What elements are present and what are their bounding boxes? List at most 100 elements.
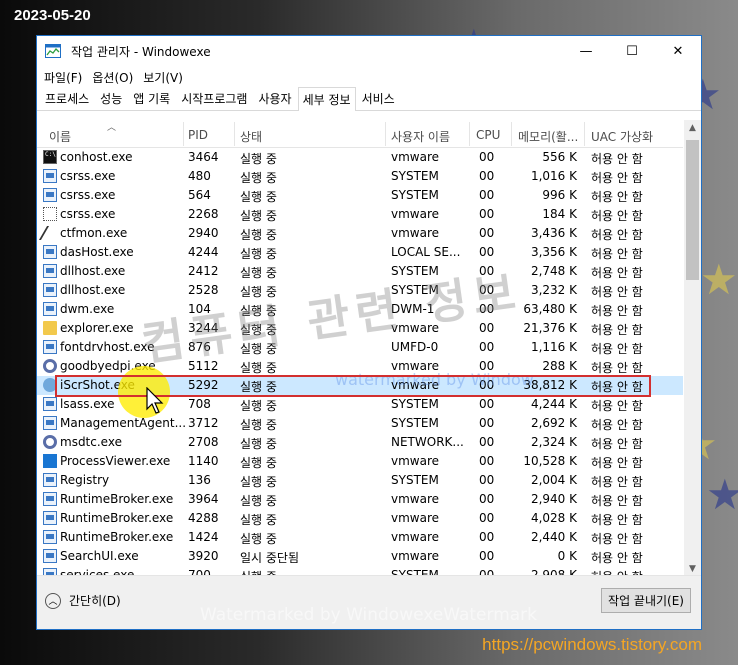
table-row[interactable]: SearchUI.exe 3920 일시 중단됨 vmware 00 0 K 허용 안 함 [37, 547, 683, 566]
process-memory: 63,480 K [523, 302, 577, 316]
tab-processes[interactable]: 프로세스 [40, 86, 94, 110]
table-row[interactable]: msdtc.exe 2708 실행 중 NETWORK... 00 2,324 K 허용 안… [37, 433, 683, 452]
process-memory: 2,324 K [530, 435, 577, 449]
process-pid: 2940 [188, 226, 219, 240]
process-pid: 2268 [188, 207, 219, 221]
app-icon [43, 397, 57, 411]
menu-options[interactable]: 옵션(O) [87, 69, 138, 86]
minimize-button[interactable]: — [563, 36, 609, 66]
task-manager-icon [45, 44, 61, 58]
menu-file[interactable]: 파일(F) [39, 69, 87, 86]
process-pid: 708 [188, 397, 211, 411]
tab-startup[interactable]: 시작프로그램 [176, 86, 252, 110]
vertical-scrollbar[interactable]: ▲ ▼ [684, 120, 701, 578]
process-uac: 허용 안 함 [591, 513, 643, 527]
table-row[interactable]: csrss.exe 480 실행 중 SYSTEM 00 1,016 K 허용 안 함 [37, 167, 683, 186]
process-memory: 184 K [542, 207, 577, 221]
process-pid: 876 [188, 340, 211, 354]
process-uac: 허용 안 함 [591, 228, 643, 242]
menu-view[interactable]: 보기(V) [138, 69, 188, 86]
app-icon [43, 549, 57, 563]
table-row[interactable]: conhost.exe 3464 실행 중 vmware 00 556 K 허용 안 함 [37, 148, 683, 167]
column-divider[interactable] [584, 122, 585, 146]
red-highlight-box [55, 375, 651, 397]
process-user: SYSTEM [391, 264, 439, 278]
table-row[interactable]: csrss.exe 564 실행 중 SYSTEM 00 996 K 허용 안 함 [37, 186, 683, 205]
process-memory: 996 K [542, 188, 577, 202]
table-row[interactable]: dllhost.exe 2528 실행 중 SYSTEM 00 3,232 K 허용 안 함 [37, 281, 683, 300]
column-header-uac[interactable]: UAC 가상화 [591, 128, 653, 145]
process-state: 실행 중 [240, 209, 277, 223]
column-divider[interactable] [234, 122, 235, 146]
table-row[interactable]: explorer.exe 3244 실행 중 vmware 00 21,376 K 허용 안… [37, 319, 683, 338]
column-divider[interactable] [385, 122, 386, 146]
process-name: ProcessViewer.exe [60, 454, 171, 468]
process-pid: 5112 [188, 359, 219, 373]
scroll-up-arrow-icon[interactable]: ▲ [684, 120, 701, 137]
process-state: 실행 중 [240, 399, 277, 413]
process-user: DWM-1 [391, 302, 435, 316]
tab-performance[interactable]: 성능 [95, 86, 127, 110]
tab-services[interactable]: 서비스 [357, 86, 400, 110]
table-row[interactable]: Registry 136 실행 중 SYSTEM 00 2,004 K 허용 안 함 [37, 471, 683, 490]
process-name: csrss.exe [60, 169, 116, 183]
table-row[interactable]: dllhost.exe 2412 실행 중 SYSTEM 00 2,748 K 허용 안 함 [37, 262, 683, 281]
process-cpu: 00 [479, 511, 495, 525]
process-uac: 허용 안 함 [591, 323, 643, 337]
column-header-memory[interactable]: 메모리(활... [518, 128, 578, 145]
process-uac: 허용 안 함 [591, 361, 643, 375]
tab-users[interactable]: 사용자 [253, 86, 296, 110]
table-row[interactable]: RuntimeBroker.exe 4288 실행 중 vmware 00 4,028 K… [37, 509, 683, 528]
table-row[interactable]: fontdrvhost.exe 876 실행 중 UMFD-0 00 1,116 K 허용 … [37, 338, 683, 357]
process-cpu: 00 [479, 340, 495, 354]
process-user: LOCAL SE... [391, 245, 461, 259]
maximize-button[interactable]: ☐ [609, 36, 655, 66]
process-user: SYSTEM [391, 169, 439, 183]
process-user: vmware [391, 492, 440, 506]
process-name: dllhost.exe [60, 264, 126, 278]
column-divider[interactable] [511, 122, 512, 146]
end-task-button[interactable]: 작업 끝내기(E) [601, 588, 691, 613]
close-button[interactable]: ✕ [655, 36, 701, 66]
process-memory: 288 K [542, 359, 577, 373]
table-row[interactable]: RuntimeBroker.exe 1424 실행 중 vmware 00 2,440 K… [37, 528, 683, 547]
process-uac: 허용 안 함 [591, 399, 643, 413]
column-header-pid[interactable]: PID [188, 128, 208, 142]
table-row[interactable]: dasHost.exe 4244 실행 중 LOCAL SE... 00 3,356 K 허… [37, 243, 683, 262]
table-row[interactable]: ManagementAgent... 3712 실행 중 SYSTEM 00 2,692 … [37, 414, 683, 433]
table-row[interactable]: ctfmon.exe 2940 실행 중 vmware 00 3,436 K 허용 안 함 [37, 224, 683, 243]
process-cpu: 00 [479, 169, 495, 183]
fewer-details-button[interactable]: ︿ 간단히(D) [45, 592, 121, 609]
column-header-state[interactable]: 상태 [240, 128, 262, 145]
process-user: SYSTEM [391, 397, 439, 411]
process-state: 실행 중 [240, 171, 277, 185]
process-user: UMFD-0 [391, 340, 439, 354]
process-name: ctfmon.exe [60, 226, 128, 240]
table-row[interactable]: ProcessViewer.exe 1140 실행 중 vmware 00 10,528 … [37, 452, 683, 471]
app-icon [43, 302, 57, 316]
process-name: dllhost.exe [60, 283, 126, 297]
process-cpu: 00 [479, 359, 495, 373]
process-state: 실행 중 [240, 494, 277, 508]
process-memory: 10,528 K [523, 454, 577, 468]
tab-details[interactable]: 세부 정보 [297, 87, 356, 111]
console-icon [43, 150, 57, 164]
process-cpu: 00 [479, 302, 495, 316]
process-cpu: 00 [479, 150, 495, 164]
table-row[interactable]: csrss.exe 2268 실행 중 vmware 00 184 K 허용 안 함 [37, 205, 683, 224]
column-header-name[interactable]: 이름 [49, 128, 71, 145]
title-bar[interactable]: 작업 관리자 - Windowexe — ☐ ✕ [37, 36, 701, 66]
scrollbar-thumb[interactable] [686, 140, 699, 280]
column-header-user[interactable]: 사용자 이름 [391, 128, 450, 145]
process-cpu: 00 [479, 549, 495, 563]
table-row[interactable]: RuntimeBroker.exe 3964 실행 중 vmware 00 2,940 K… [37, 490, 683, 509]
column-header-cpu[interactable]: CPU [476, 128, 500, 142]
tab-app-history[interactable]: 앱 기록 [128, 86, 175, 110]
process-state: 실행 중 [240, 437, 277, 451]
column-divider[interactable] [183, 122, 184, 146]
column-divider[interactable] [469, 122, 470, 146]
folder-icon [43, 321, 57, 335]
process-pid: 2528 [188, 283, 219, 297]
table-row[interactable]: dwm.exe 104 실행 중 DWM-1 00 63,480 K 허용 안 함 [37, 300, 683, 319]
process-name: fontdrvhost.exe [60, 340, 155, 354]
